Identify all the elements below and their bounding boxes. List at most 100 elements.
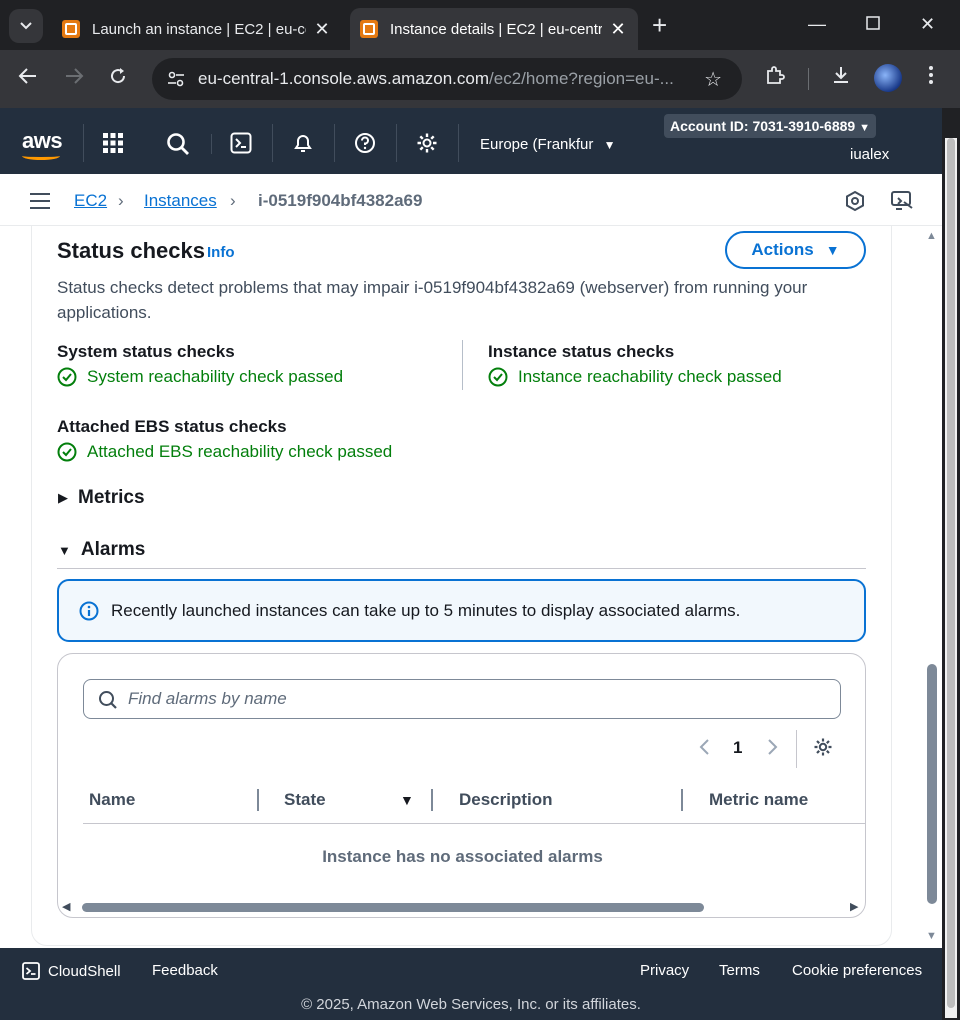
tab-title: Launch an instance | EC2 | eu-ce — [92, 20, 306, 38]
instance-status-label: Instance status checks — [488, 342, 675, 361]
back-icon[interactable] — [18, 66, 38, 91]
pagination-divider — [796, 730, 797, 768]
caret-down-icon: ▼ — [859, 122, 870, 134]
next-page-icon[interactable] — [767, 738, 779, 761]
services-grid-icon[interactable] — [102, 132, 124, 159]
scroll-left-icon[interactable]: ◀ — [62, 900, 70, 913]
header-divider — [83, 823, 865, 824]
column-resizer[interactable] — [681, 789, 683, 811]
user-name[interactable]: iualex — [850, 146, 889, 163]
caret-down-icon: ▼ — [58, 542, 71, 558]
tab-title: Instance details | EC2 | eu-centr — [390, 20, 602, 38]
address-bar[interactable]: eu-central-1.console.aws.amazon.com/ec2/… — [152, 58, 742, 100]
split-panel-icon[interactable] — [890, 190, 914, 217]
column-resizer[interactable] — [431, 789, 433, 811]
divider — [83, 124, 84, 162]
browser-scroll-thumb[interactable] — [945, 138, 957, 1018]
page-vertical-scrollbar[interactable]: ▲ ▼ — [922, 226, 942, 948]
breadcrumb-instances[interactable]: Instances — [144, 191, 217, 211]
column-header-metric-name[interactable]: Metric name — [709, 790, 808, 810]
terms-link[interactable]: Terms — [719, 962, 760, 979]
divider — [272, 124, 273, 162]
close-icon[interactable]: ✕ — [608, 19, 628, 40]
scroll-up-icon[interactable]: ▲ — [926, 230, 937, 242]
hexagon-settings-icon[interactable] — [844, 190, 866, 217]
cloudshell-footer-button[interactable]: CloudShell — [22, 962, 121, 980]
page-title: Status checks — [57, 238, 205, 263]
success-check-icon — [488, 367, 508, 387]
alarms-heading: Alarms — [80, 539, 146, 560]
privacy-link[interactable]: Privacy — [640, 962, 689, 979]
notifications-bell-icon[interactable] — [292, 132, 314, 159]
maximize-icon[interactable] — [866, 14, 880, 35]
site-settings-icon[interactable] — [166, 69, 186, 89]
column-header-state[interactable]: State — [284, 790, 326, 810]
browser-scrollbar[interactable] — [942, 108, 960, 1020]
table-settings-gear-icon[interactable] — [813, 737, 833, 762]
hamburger-menu-icon[interactable] — [30, 193, 50, 209]
vertical-scroll-thumb[interactable] — [927, 664, 937, 904]
aws-favicon-icon — [360, 20, 378, 38]
url-path: /ec2/home?region=eu-... — [489, 69, 674, 88]
chevron-down-icon — [20, 22, 32, 30]
alarms-expander[interactable]: ▼ Alarms — [58, 539, 145, 561]
extensions-icon[interactable] — [764, 64, 786, 91]
feedback-link[interactable]: Feedback — [152, 962, 218, 979]
column-header-name[interactable]: Name — [89, 790, 135, 810]
minimize-icon[interactable]: — — [808, 14, 826, 35]
success-check-icon — [57, 442, 77, 462]
window-close-icon[interactable]: ✕ — [920, 14, 935, 35]
region-label: Europe (Frankfur — [480, 136, 594, 153]
alarm-search-input[interactable]: Find alarms by name — [83, 679, 841, 719]
cloudshell-icon[interactable] — [230, 132, 252, 159]
new-tab-button[interactable]: + — [652, 12, 667, 38]
metrics-expander[interactable]: ▶ Metrics — [58, 487, 145, 509]
breadcrumb-current: i-0519f904bf4382a69 — [258, 191, 423, 210]
breadcrumb-bar: EC2 › Instances › i-0519f904bf4382a69 — [0, 174, 942, 226]
caret-right-icon: ▶ — [58, 490, 68, 505]
close-icon[interactable]: ✕ — [312, 19, 332, 40]
download-icon[interactable] — [830, 64, 852, 91]
chevron-right-icon: › — [118, 191, 124, 210]
sort-caret-down-icon[interactable]: ▼ — [400, 792, 414, 808]
caret-down-icon: ▼ — [825, 242, 840, 258]
divider — [211, 134, 212, 154]
info-circle-icon — [79, 601, 99, 620]
bookmark-star-icon[interactable]: ☆ — [704, 67, 722, 92]
cookie-preferences-link[interactable]: Cookie preferences — [792, 962, 922, 979]
info-link[interactable]: Info — [207, 244, 235, 261]
alarms-divider — [57, 568, 866, 569]
aws-logo[interactable]: aws — [22, 128, 63, 154]
menu-kebab-icon[interactable] — [928, 64, 934, 91]
help-icon[interactable] — [354, 132, 376, 159]
forward-icon[interactable] — [64, 66, 84, 91]
system-status-label: System status checks — [57, 342, 235, 361]
search-icon[interactable] — [166, 132, 190, 161]
reload-icon[interactable] — [108, 66, 128, 91]
scroll-down-icon[interactable]: ▼ — [926, 930, 937, 942]
horizontal-scroll-thumb[interactable] — [82, 903, 704, 912]
aws-logo-smile — [22, 152, 60, 160]
horizontal-scrollbar[interactable]: ◀ ▶ — [58, 899, 865, 915]
divider — [334, 124, 335, 162]
empty-state-text: Instance has no associated alarms — [322, 847, 603, 866]
account-menu[interactable]: Account ID: 7031-3910-6889 ▼ — [664, 114, 876, 138]
column-header-description[interactable]: Description — [459, 790, 553, 810]
aws-favicon-icon — [62, 20, 80, 38]
browser-tab-instance-details[interactable]: Instance details | EC2 | eu-centr ✕ — [350, 8, 638, 50]
actions-button[interactable]: Actions ▼ — [725, 231, 866, 269]
region-selector[interactable]: Europe (Frankfur ▼ — [480, 136, 615, 153]
column-resizer[interactable] — [257, 789, 259, 811]
actions-label: Actions — [751, 240, 814, 259]
page-number[interactable]: 1 — [733, 738, 742, 758]
profile-avatar[interactable] — [874, 64, 902, 92]
instance-status-value: Instance reachability check passed — [488, 367, 782, 387]
tab-search-button[interactable] — [9, 9, 43, 43]
settings-gear-icon[interactable] — [416, 132, 438, 159]
chevron-right-icon: › — [230, 191, 236, 210]
breadcrumb-ec2[interactable]: EC2 — [74, 191, 107, 211]
scroll-right-icon[interactable]: ▶ — [850, 900, 858, 913]
prev-page-icon[interactable] — [698, 738, 710, 761]
search-icon — [99, 691, 117, 709]
browser-tab-launch-instance[interactable]: Launch an instance | EC2 | eu-ce ✕ — [52, 8, 342, 50]
